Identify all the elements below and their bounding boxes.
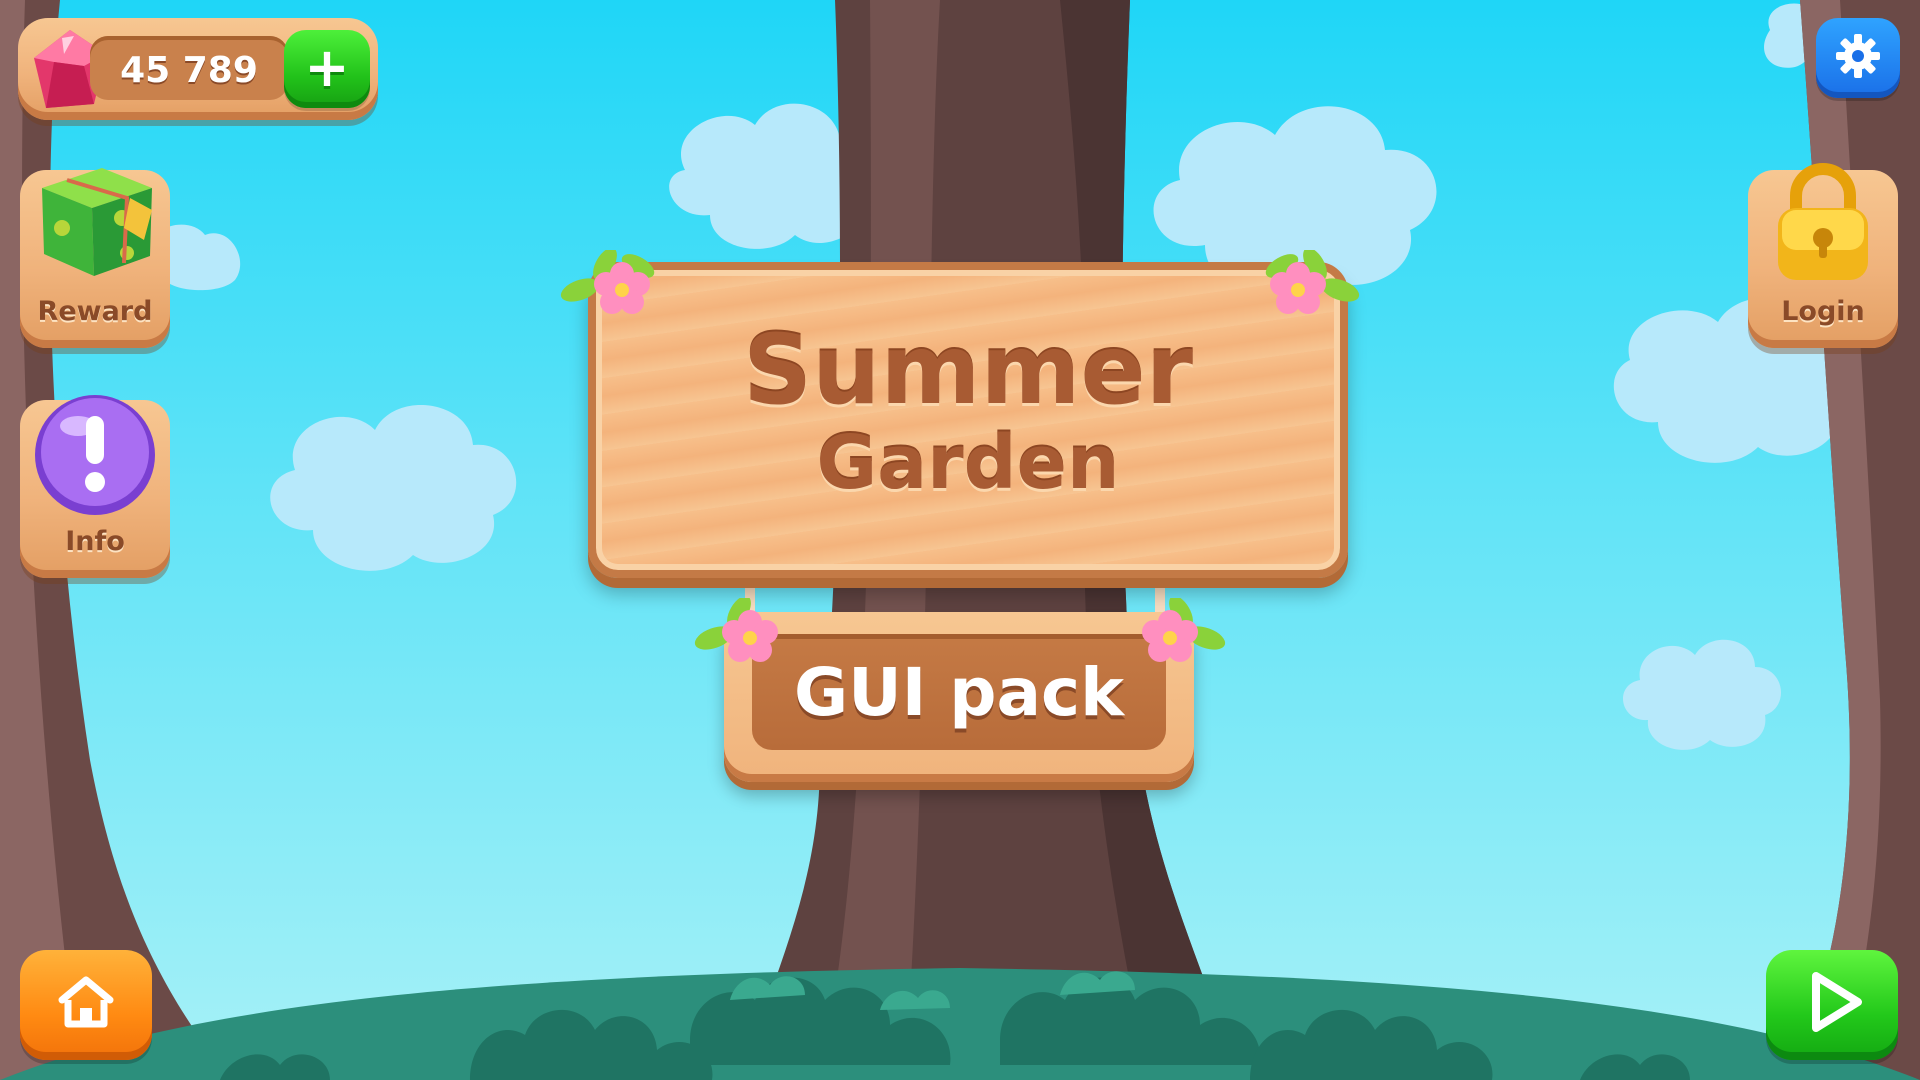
flower-icon <box>694 598 778 662</box>
login-label: Login <box>1781 296 1865 327</box>
subtitle-sign: GUI pack <box>724 612 1194 782</box>
plus-icon: + <box>304 36 350 99</box>
home-icon <box>58 976 114 1028</box>
home-button[interactable] <box>20 950 152 1060</box>
padlock-icon <box>1778 163 1868 280</box>
flower-icon <box>560 250 655 314</box>
gear-icon <box>1836 34 1880 78</box>
currency-bar: 45 789 + <box>18 18 378 120</box>
title-line-1: Summer <box>743 314 1193 426</box>
info-button[interactable]: Info <box>20 395 170 578</box>
exclamation-icon <box>35 395 155 515</box>
play-button[interactable] <box>1766 950 1898 1060</box>
subtitle-inner-panel: GUI pack <box>752 634 1166 750</box>
flower-icon <box>1142 598 1226 662</box>
settings-button[interactable] <box>1816 18 1900 98</box>
play-icon <box>1812 972 1862 1032</box>
add-gems-button[interactable]: + <box>284 30 370 108</box>
reward-button[interactable]: Reward <box>20 168 170 348</box>
info-label: Info <box>65 526 125 557</box>
currency-value: 45 789 <box>120 50 258 91</box>
reward-label: Reward <box>37 296 153 327</box>
title-sign: Summer Garden <box>588 262 1348 578</box>
login-button[interactable]: Login <box>1748 163 1898 348</box>
flower-icon <box>1265 250 1360 314</box>
subtitle-text: GUI pack <box>793 654 1125 731</box>
currency-slot: 45 789 <box>90 36 288 100</box>
gift-box-icon <box>42 168 152 276</box>
title-line-2: Garden <box>816 420 1120 506</box>
